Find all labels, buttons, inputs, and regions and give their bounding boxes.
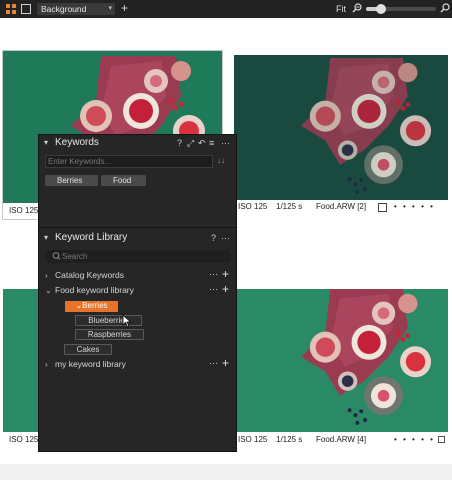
keywords-title: Keywords	[55, 137, 99, 148]
library-row-label: my keyword library	[55, 359, 126, 369]
keyword-node-berries[interactable]: ⌄ Berries	[65, 301, 118, 312]
chevron-down-icon: ▾	[108, 5, 112, 12]
thumbnail-2-caption: ISO 125 1/125 s Food.ARW [2] • • • • •	[234, 201, 448, 213]
keyword-node-raspberries[interactable]: Raspberries	[75, 329, 144, 340]
rating-dots[interactable]: • • • • •	[394, 434, 435, 446]
chevron-right-icon[interactable]: ›	[45, 271, 48, 280]
search-icon	[52, 252, 61, 260]
more-icon[interactable]: ···	[209, 269, 218, 279]
collapse-chevron-icon[interactable]: ▾	[44, 138, 48, 147]
top-toolbar: Background ▾ + Fit	[0, 0, 452, 18]
library-row-label: Food keyword library	[55, 285, 134, 295]
add-icon[interactable]: +	[222, 267, 229, 281]
thumbnail-2[interactable]: ISO 125 1/125 s Food.ARW [2] • • • • •	[234, 55, 448, 217]
library-row-my-keyword-library[interactable]: › my keyword library ··· +	[39, 356, 236, 372]
iso-label: ISO 125	[9, 206, 39, 215]
photo-2	[234, 55, 448, 200]
mouse-pointer-icon	[122, 314, 132, 328]
iso-label: ISO 125	[9, 435, 39, 444]
more-icon[interactable]: ···	[221, 138, 230, 148]
search-placeholder: Search	[62, 252, 88, 261]
add-icon[interactable]: +	[121, 2, 128, 15]
zoom-in-icon[interactable]	[440, 3, 450, 13]
grid-view-icon[interactable]	[6, 4, 16, 14]
library-row-food-keyword-library[interactable]: ⌄ Food keyword library ··· +	[39, 282, 236, 298]
keywords-input[interactable]: Enter Keywords...	[45, 155, 213, 168]
keyword-library-header[interactable]: ▾ Keyword Library ? ···	[39, 231, 236, 247]
rating-dots[interactable]: • • • • •	[394, 201, 435, 213]
library-row-catalog-keywords[interactable]: › Catalog Keywords ··· +	[39, 267, 236, 283]
chevron-down-icon[interactable]: ⌄	[45, 286, 52, 295]
fit-label[interactable]: Fit	[336, 3, 346, 15]
section-divider	[39, 227, 236, 228]
keywords-section-header[interactable]: ▾ Keywords ? ⤢ ↶ ≡ ···	[39, 136, 236, 152]
shutter-label: 1/125 s	[276, 435, 303, 444]
filename-label: Food.ARW [2]	[316, 202, 367, 211]
library-search-input[interactable]: Search	[45, 250, 231, 263]
expand-icon[interactable]: ⤢	[187, 138, 194, 149]
menu-icon[interactable]: ≡	[209, 138, 214, 148]
more-icon[interactable]: ···	[221, 233, 230, 243]
more-icon[interactable]: ···	[209, 284, 218, 294]
keyword-node-label: Berries	[82, 301, 108, 310]
collection-select[interactable]: Background ▾	[37, 3, 115, 15]
variant-icon[interactable]	[438, 436, 445, 443]
keyword-chip-berries[interactable]: Berries	[45, 175, 98, 186]
shutter-label: 1/125 s	[276, 202, 303, 211]
add-icon[interactable]: +	[222, 282, 229, 296]
library-row-label: Catalog Keywords	[55, 270, 124, 280]
photo-4	[234, 289, 448, 432]
iso-label: ISO 125	[238, 435, 268, 444]
keyword-node-cakes[interactable]: Cakes	[64, 344, 112, 355]
status-strip	[0, 464, 452, 480]
sort-icon[interactable]: ↓↓	[217, 156, 225, 165]
keyword-library-title: Keyword Library	[55, 232, 128, 243]
select-checkbox[interactable]	[378, 203, 387, 212]
keywords-floating-panel: ▾ Keywords ? ⤢ ↶ ≡ ··· Enter Keywords...…	[38, 134, 237, 452]
keyword-chip-food[interactable]: Food	[101, 175, 146, 186]
iso-label: ISO 125	[238, 202, 268, 211]
zoom-slider[interactable]	[366, 4, 436, 14]
single-view-icon[interactable]	[21, 4, 31, 14]
chevron-right-icon[interactable]: ›	[45, 360, 48, 369]
zoom-slider-handle[interactable]	[376, 4, 387, 14]
thumbnail-4[interactable]: ISO 125 1/125 s Food.ARW [4] • • • • •	[234, 289, 448, 447]
collapse-chevron-icon[interactable]: ▾	[44, 233, 48, 242]
reset-icon[interactable]: ↶	[198, 138, 206, 149]
collection-select-value: Background	[41, 4, 87, 14]
filename-label: Food.ARW [4]	[316, 435, 367, 444]
thumbnail-4-caption: ISO 125 1/125 s Food.ARW [4] • • • • •	[234, 434, 448, 446]
add-icon[interactable]: +	[222, 356, 229, 370]
help-icon[interactable]: ?	[177, 138, 182, 148]
help-icon[interactable]: ?	[211, 233, 216, 243]
zoom-out-icon[interactable]	[352, 3, 362, 13]
more-icon[interactable]: ···	[209, 358, 218, 368]
